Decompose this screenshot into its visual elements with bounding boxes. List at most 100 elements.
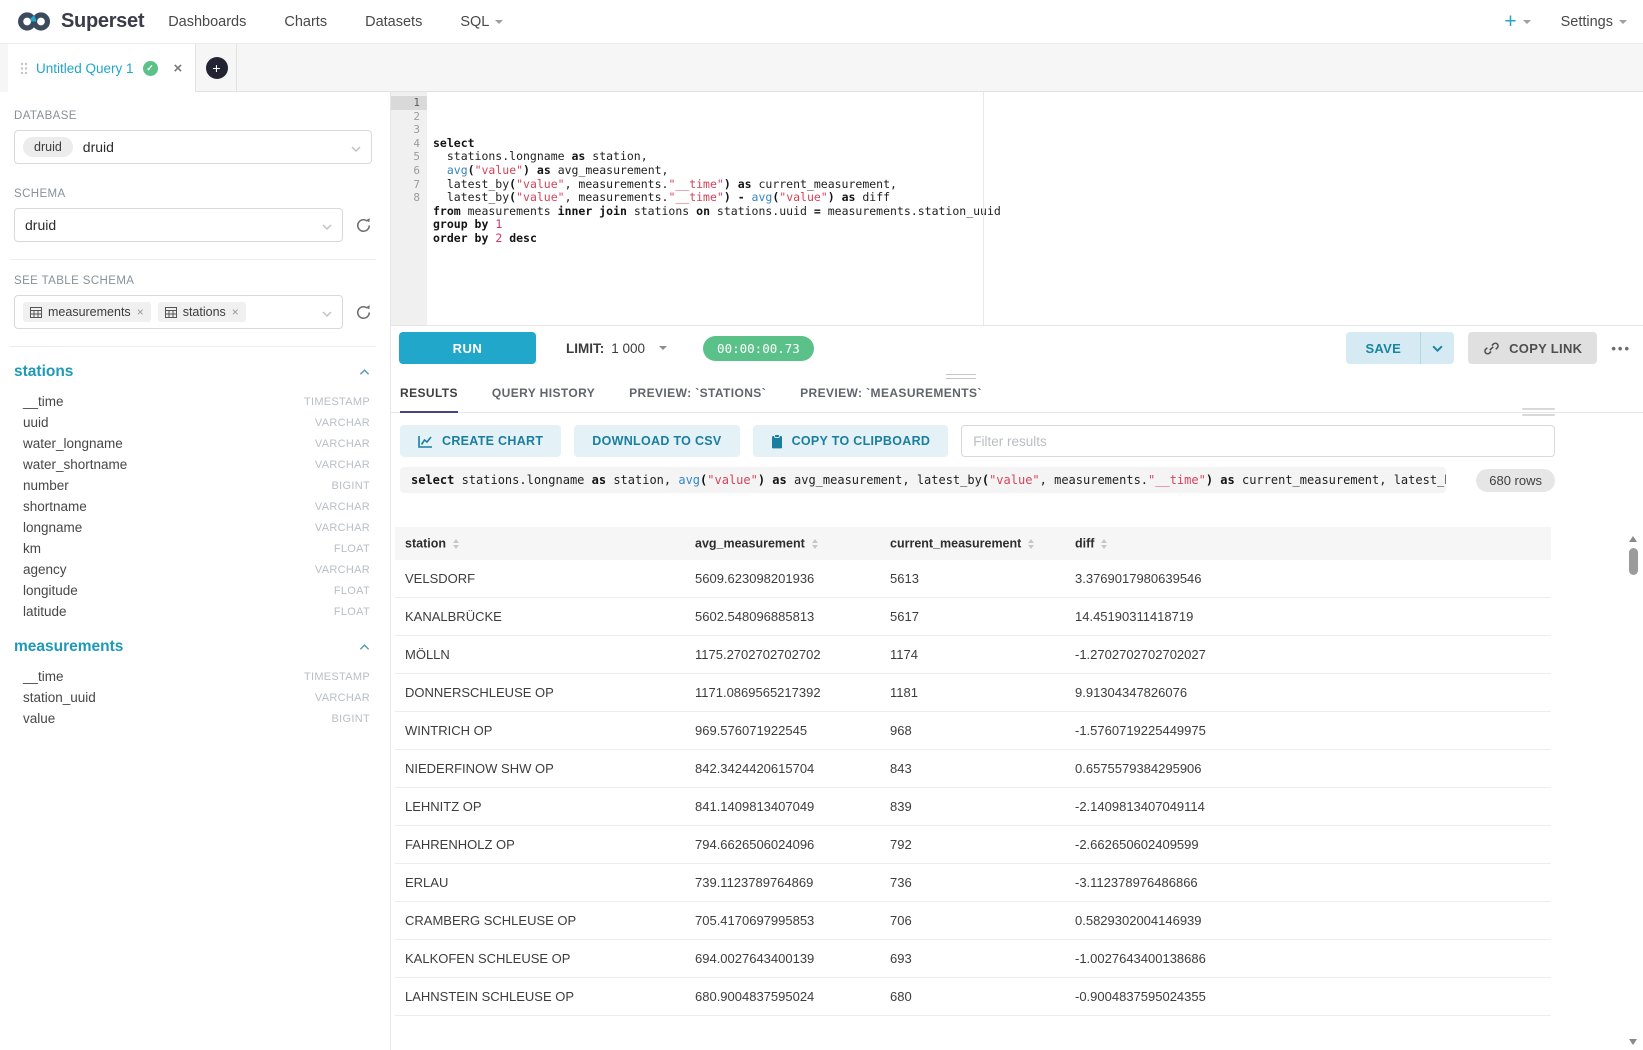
results-tab-query-history[interactable]: QUERY HISTORY (492, 386, 595, 412)
sql-editor[interactable]: 12345678 select stations.longname as sta… (391, 92, 1643, 325)
sql-token: ( (468, 163, 475, 177)
cell-avg_measurement: 739.1123789764869 (685, 864, 880, 902)
sql-token: measurements.station_uuid (821, 204, 1001, 218)
sql-token: ) (523, 163, 530, 177)
cell-diff: -0.9004837595024355 (1065, 978, 1551, 1016)
nav-item-charts[interactable]: Charts (284, 14, 327, 30)
table-row: CRAMBERG SCHLEUSE OP705.4170697995853706… (395, 902, 1551, 940)
nav-item-dashboards[interactable]: Dashboards (168, 14, 246, 30)
table-icon (30, 307, 42, 318)
column-list: __timeTIMESTAMPstation_uuidVARCHARvalueB… (14, 666, 372, 729)
drag-dots-icon[interactable] (20, 62, 28, 75)
brand[interactable]: Superset (16, 9, 144, 34)
sql-token: desc (509, 231, 537, 245)
add-tab-button[interactable]: + (206, 57, 228, 79)
copy-clipboard-button[interactable]: COPY TO CLIPBOARD (753, 425, 949, 457)
copy-link-button[interactable]: COPY LINK (1468, 332, 1597, 364)
column-header-avg_measurement[interactable]: avg_measurement (685, 527, 880, 560)
sql-token: inner join (558, 204, 627, 218)
refresh-schema-icon[interactable] (355, 217, 372, 234)
table-section-header-stations[interactable]: stations (14, 363, 370, 381)
cell-avg_measurement: 5609.623098201936 (685, 560, 880, 598)
chart-icon (418, 435, 433, 448)
table-row: NIEDERFINOW SHW OP842.34244206157048430.… (395, 750, 1551, 788)
schema-label: SCHEMA (14, 188, 372, 200)
tab-title: Untitled Query 1 (36, 61, 134, 76)
query-success-icon: ✓ (143, 61, 158, 76)
cell-avg_measurement: 680.9004837595024 (685, 978, 880, 1016)
column-row: station_uuidVARCHAR (14, 687, 372, 708)
nav-item-sql[interactable]: SQL (460, 14, 503, 30)
close-icon[interactable]: × (232, 305, 239, 319)
sql-token: "__time" (668, 177, 723, 191)
results-scrollbar[interactable] (1627, 534, 1640, 1047)
column-name: __time (23, 394, 64, 409)
table-tag-stations[interactable]: stations × (158, 302, 246, 322)
nav-item-datasets[interactable]: Datasets (365, 14, 422, 30)
results-tab-preview-stations[interactable]: PREVIEW: `STATIONS` (629, 386, 766, 412)
scroll-up-icon[interactable] (1629, 536, 1637, 542)
column-name: longitude (23, 583, 78, 598)
scroll-down-icon[interactable] (1629, 1039, 1637, 1045)
sql-token: 1 (495, 217, 502, 231)
more-options-button[interactable]: ••• (1611, 341, 1631, 356)
toolbar-right: SAVE COPY LINK ••• (1346, 332, 1631, 364)
line-number: 6 (391, 164, 427, 178)
column-header-current_measurement[interactable]: current_measurement (880, 527, 1065, 560)
limit-dropdown[interactable]: LIMIT: 1 000 (566, 341, 667, 356)
download-csv-button[interactable]: DOWNLOAD TO CSV (574, 425, 739, 457)
sql-token: , measurements. (1040, 473, 1148, 487)
table-tag-measurements[interactable]: measurements × (23, 302, 151, 322)
new-dropdown-button[interactable]: + (1504, 10, 1530, 34)
refresh-tables-icon[interactable] (355, 304, 372, 321)
cell-avg_measurement: 705.4170697995853 (685, 902, 880, 940)
cell-diff: 0.6575579384295906 (1065, 750, 1551, 788)
table-name: measurements (14, 638, 123, 656)
column-header-diff[interactable]: diff (1065, 527, 1551, 560)
sql-token: stations.longname (433, 149, 571, 163)
navbar-right: + Settings (1504, 10, 1627, 34)
column-type: VARCHAR (315, 501, 370, 513)
cell-current_measurement: 839 (880, 788, 1065, 826)
line-number: 2 (391, 110, 427, 124)
save-button[interactable]: SAVE (1346, 332, 1420, 364)
resize-icon[interactable] (1522, 408, 1555, 420)
code-line: select (433, 137, 1643, 151)
cell-diff: -2.1409813407049114 (1065, 788, 1551, 826)
close-tab-icon[interactable]: × (174, 60, 183, 77)
sql-token: as (592, 473, 606, 487)
column-row: kmFLOAT (14, 538, 372, 559)
table-row: FAHRENHOLZ OP794.6626506024096792-2.6626… (395, 826, 1551, 864)
column-row: uuidVARCHAR (14, 412, 372, 433)
results-tab-preview-measurements[interactable]: PREVIEW: `MEASUREMENTS` (800, 386, 982, 412)
filter-results-input[interactable] (961, 425, 1555, 457)
settings-menu[interactable]: Settings (1561, 14, 1627, 30)
results-tab-results[interactable]: RESULTS (400, 386, 458, 413)
cell-diff: -3.112378976486866 (1065, 864, 1551, 902)
run-button[interactable]: RUN (399, 332, 536, 364)
cell-station: NIEDERFINOW SHW OP (395, 750, 685, 788)
cell-avg_measurement: 842.3424420615704 (685, 750, 880, 788)
column-header-station[interactable]: station (395, 527, 685, 560)
sort-icon (1101, 539, 1107, 549)
database-select[interactable]: druid druid (14, 130, 372, 164)
editor-code[interactable]: select stations.longname as station, avg… (427, 92, 1643, 325)
sql-token: , measurements. (565, 190, 669, 204)
save-split-button: SAVE (1346, 332, 1454, 364)
sort-icon (812, 539, 818, 549)
table-section-header-measurements[interactable]: measurements (14, 638, 370, 656)
pane-resize-handle[interactable] (946, 374, 976, 382)
tab-untitled-query-1[interactable]: Untitled Query 1 ✓ × (8, 44, 196, 92)
table-select[interactable]: measurements × stations × (14, 295, 343, 329)
scrollbar-thumb[interactable] (1629, 548, 1638, 575)
cell-avg_measurement: 794.6626506024096 (685, 826, 880, 864)
save-dropdown-button[interactable] (1421, 332, 1454, 364)
column-row: agencyVARCHAR (14, 559, 372, 580)
table-schema-sections: stations__timeTIMESTAMPuuidVARCHARwater_… (14, 363, 372, 729)
code-line: latest_by("value", measurements."__time"… (433, 178, 1643, 192)
schema-select[interactable]: druid (14, 208, 343, 242)
sql-token: ) (724, 177, 731, 191)
close-icon[interactable]: × (137, 305, 144, 319)
create-chart-button[interactable]: CREATE CHART (400, 425, 561, 457)
sql-token: on (696, 204, 710, 218)
